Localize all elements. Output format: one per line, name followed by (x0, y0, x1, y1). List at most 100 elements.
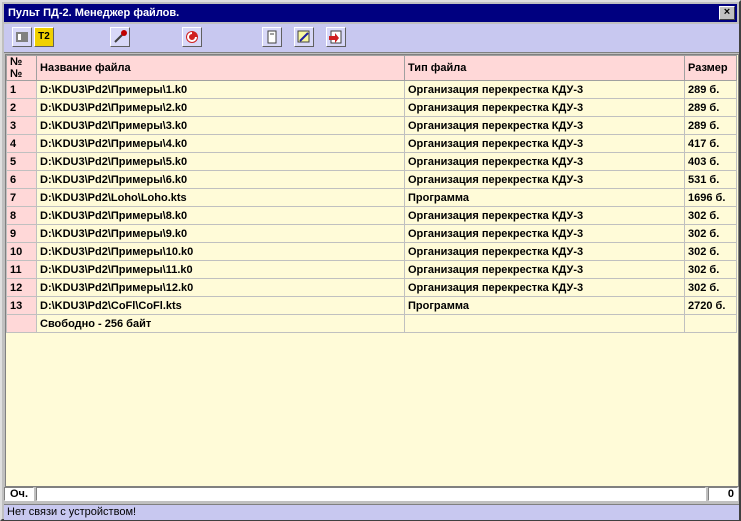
file-name: D:\KDU3\Pd2\Примеры\6.k0 (36, 170, 405, 189)
table-row[interactable]: 6 D:\KDU3\Pd2\Примеры\6.k0 Организация пер… (6, 170, 737, 189)
refresh-button[interactable] (182, 27, 202, 47)
status-bar: Нет связи с устройством! (4, 504, 739, 520)
file-type: Организация перекрестка КДУ-3 (404, 206, 685, 225)
row-number: 8 (6, 206, 37, 225)
file-size: 531 б. (684, 170, 737, 189)
file-name: D:\KDU3\Pd2\Примеры\2.k0 (36, 98, 405, 117)
col-header-size[interactable]: Размер (684, 55, 737, 81)
title-bar: Пульт ПД-2. Менеджер файлов. × (4, 4, 737, 22)
table-row[interactable]: 13 D:\KDU3\Pd2\CoFl\CoFl.kts Программа 2720… (6, 296, 737, 315)
col-header-type[interactable]: Тип файла (404, 55, 685, 81)
table-row[interactable]: 12 D:\KDU3\Pd2\Примеры\12.k0 Организация п… (6, 278, 737, 297)
file-name: D:\KDU3\Pd2\CoFl\CoFl.kts (36, 296, 405, 315)
table-row[interactable]: 3 D:\KDU3\Pd2\Примеры\3.k0 Организация пер… (6, 116, 737, 135)
table-row[interactable]: 9 D:\KDU3\Pd2\Примеры\9.k0 Организация пер… (6, 224, 737, 243)
row-number: 9 (6, 224, 37, 243)
file-size: 302 б. (684, 242, 737, 261)
device-view-button[interactable] (12, 27, 32, 47)
file-name: D:\KDU3\Pd2\Примеры\5.k0 (36, 152, 405, 171)
table-row[interactable]: 10 D:\KDU3\Pd2\Примеры\10.k0 Организация п… (6, 242, 737, 261)
toolbar: T2 (4, 24, 739, 53)
row-number: 10 (6, 242, 37, 261)
row-number: 12 (6, 278, 37, 297)
file-size: 302 б. (684, 278, 737, 297)
file-name: D:\KDU3\Pd2\Примеры\3.k0 (36, 116, 405, 135)
file-size: 302 б. (684, 206, 737, 225)
file-type: Организация перекрестка КДУ-3 (404, 98, 685, 117)
empty-cell (684, 314, 737, 333)
row-number: 6 (6, 170, 37, 189)
file-type: Организация перекрестка КДУ-3 (404, 242, 685, 261)
tools-icon (114, 30, 127, 43)
row-number: 7 (6, 188, 37, 207)
file-size: 289 б. (684, 98, 737, 117)
file-size: 289 б. (684, 116, 737, 135)
file-type: Организация перекрестка КДУ-3 (404, 170, 685, 189)
row-number: 5 (6, 152, 37, 171)
file-icon (267, 30, 277, 44)
file-type: Организация перекрестка КДУ-3 (404, 278, 685, 297)
tools-button[interactable] (110, 27, 130, 47)
file-type: Организация перекрестка КДУ-3 (404, 224, 685, 243)
status-text: Нет связи с устройством! (7, 506, 137, 518)
table-row[interactable]: 4 D:\KDU3\Pd2\Примеры\4.k0 Организация пер… (6, 134, 737, 153)
row-number: 3 (6, 116, 37, 135)
file-size: 403 б. (684, 152, 737, 171)
window-title: Пульт ПД-2. Менеджер файлов. (8, 7, 180, 19)
file-table: №№ Название файла Тип файла Размер 1 D:\K… (6, 55, 737, 333)
col-header-name[interactable]: Название файла (36, 55, 405, 81)
progress-row: Оч. 0 (4, 487, 739, 502)
empty-cell (404, 314, 685, 333)
free-space-row: Свободно - 256 байт (6, 314, 737, 333)
file-name: D:\KDU3\Pd2\Примеры\10.k0 (36, 242, 405, 261)
header-row: №№ Название файла Тип файла Размер (6, 55, 737, 81)
file-type: Программа (404, 296, 685, 315)
file-button[interactable] (262, 27, 282, 47)
table-row[interactable]: 2 D:\KDU3\Pd2\Примеры\2.k0 Организация пер… (6, 98, 737, 117)
download-button[interactable] (326, 27, 346, 47)
row-number: 13 (6, 296, 37, 315)
file-size: 2720 б. (684, 296, 737, 315)
file-size: 302 б. (684, 224, 737, 243)
download-icon (329, 30, 342, 44)
device-icon (16, 32, 28, 42)
table-row[interactable]: 8 D:\KDU3\Pd2\Примеры\8.k0 Организация пер… (6, 206, 737, 225)
file-size: 302 б. (684, 260, 737, 279)
file-type: Организация перекрестка КДУ-3 (404, 152, 685, 171)
file-name: D:\KDU3\Pd2\Примеры\9.k0 (36, 224, 405, 243)
file-name: D:\KDU3\Pd2\Примеры\11.k0 (36, 260, 405, 279)
queue-count: 0 (708, 487, 738, 501)
row-number: 4 (6, 134, 37, 153)
row-number: 2 (6, 98, 37, 117)
file-name: D:\KDU3\Pd2\Примеры\1.k0 (36, 80, 405, 99)
file-name: D:\KDU3\Pd2\Примеры\8.k0 (36, 206, 405, 225)
row-number: 1 (6, 80, 37, 99)
file-type: Организация перекрестка КДУ-3 (404, 134, 685, 153)
file-name: D:\KDU3\Pd2\Loho\Loho.kts (36, 188, 405, 207)
file-type: Организация перекрестка КДУ-3 (404, 260, 685, 279)
edit-button[interactable] (294, 27, 314, 47)
close-button[interactable]: × (719, 6, 735, 20)
file-name: D:\KDU3\Pd2\Примеры\4.k0 (36, 134, 405, 153)
row-number: 11 (6, 260, 37, 279)
row-number (6, 314, 37, 333)
file-size: 1696 б. (684, 188, 737, 207)
file-table-area: №№ Название файла Тип файла Размер 1 D:\K… (5, 54, 739, 487)
pencil-icon (297, 30, 310, 43)
table-row[interactable]: 1 D:\KDU3\Pd2\Примеры\1.k0 Организация пер… (6, 80, 737, 99)
refresh-icon (186, 31, 198, 43)
table-row[interactable]: 7 D:\KDU3\Pd2\Loho\Loho.kts Программа 1696 … (6, 188, 737, 207)
t2-button[interactable]: T2 (34, 27, 54, 47)
file-size: 289 б. (684, 80, 737, 99)
table-row[interactable]: 11 D:\KDU3\Pd2\Примеры\11.k0 Организация п… (6, 260, 737, 279)
col-header-number[interactable]: №№ (6, 55, 37, 81)
progress-bar (36, 487, 706, 501)
table-row[interactable]: 5 D:\KDU3\Pd2\Примеры\5.k0 Организация пер… (6, 152, 737, 171)
queue-label: Оч. (4, 487, 34, 501)
file-size: 417 б. (684, 134, 737, 153)
file-type: Организация перекрестка КДУ-3 (404, 116, 685, 135)
free-space-label: Свободно - 256 байт (36, 314, 405, 333)
file-type: Программа (404, 188, 685, 207)
file-type: Организация перекрестка КДУ-3 (404, 80, 685, 99)
file-manager-window: Пульт ПД-2. Менеджер файлов. × T2 №№ Наз… (0, 0, 741, 521)
